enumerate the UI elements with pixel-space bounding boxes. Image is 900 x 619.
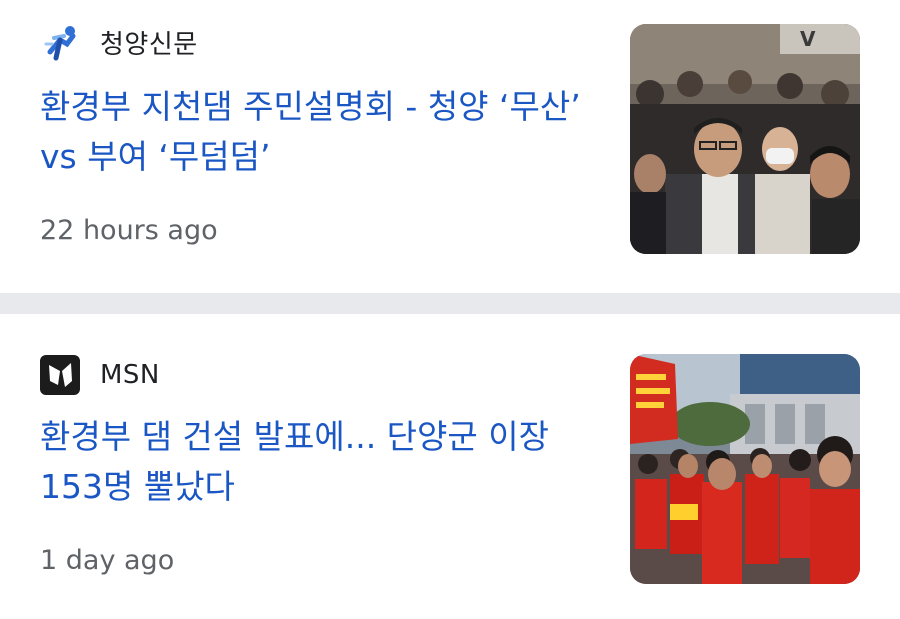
timestamp: 22 hours ago bbox=[40, 215, 218, 246]
timestamp: 1 day ago bbox=[40, 545, 175, 576]
source-row: MSN bbox=[40, 355, 160, 395]
msn-butterfly-icon bbox=[40, 355, 80, 395]
runner-logo-icon bbox=[40, 22, 80, 62]
news-card[interactable]: MSN 환경부 댐 건설 발표에... 단양군 이장 153명 뿔났다 1 da… bbox=[0, 314, 900, 619]
headline-link[interactable]: 환경부 댐 건설 발표에... 단양군 이장 153명 뿔났다 bbox=[40, 412, 600, 512]
svg-text:V: V bbox=[800, 27, 816, 51]
thumbnail-image[interactable]: V bbox=[630, 24, 860, 254]
source-name: MSN bbox=[100, 360, 160, 390]
source-row: 청양신문 bbox=[40, 22, 198, 62]
headline-link[interactable]: 환경부 지천댐 주민설명회 - 청양 ‘무산’ vs 부여 ‘무덤덤’ bbox=[40, 82, 600, 182]
news-card[interactable]: 청양신문 환경부 지천댐 주민설명회 - 청양 ‘무산’ vs 부여 ‘무덤덤’… bbox=[0, 0, 900, 293]
thumbnail-image[interactable] bbox=[630, 354, 860, 584]
section-divider bbox=[0, 293, 900, 314]
source-name: 청양신문 bbox=[100, 29, 198, 60]
